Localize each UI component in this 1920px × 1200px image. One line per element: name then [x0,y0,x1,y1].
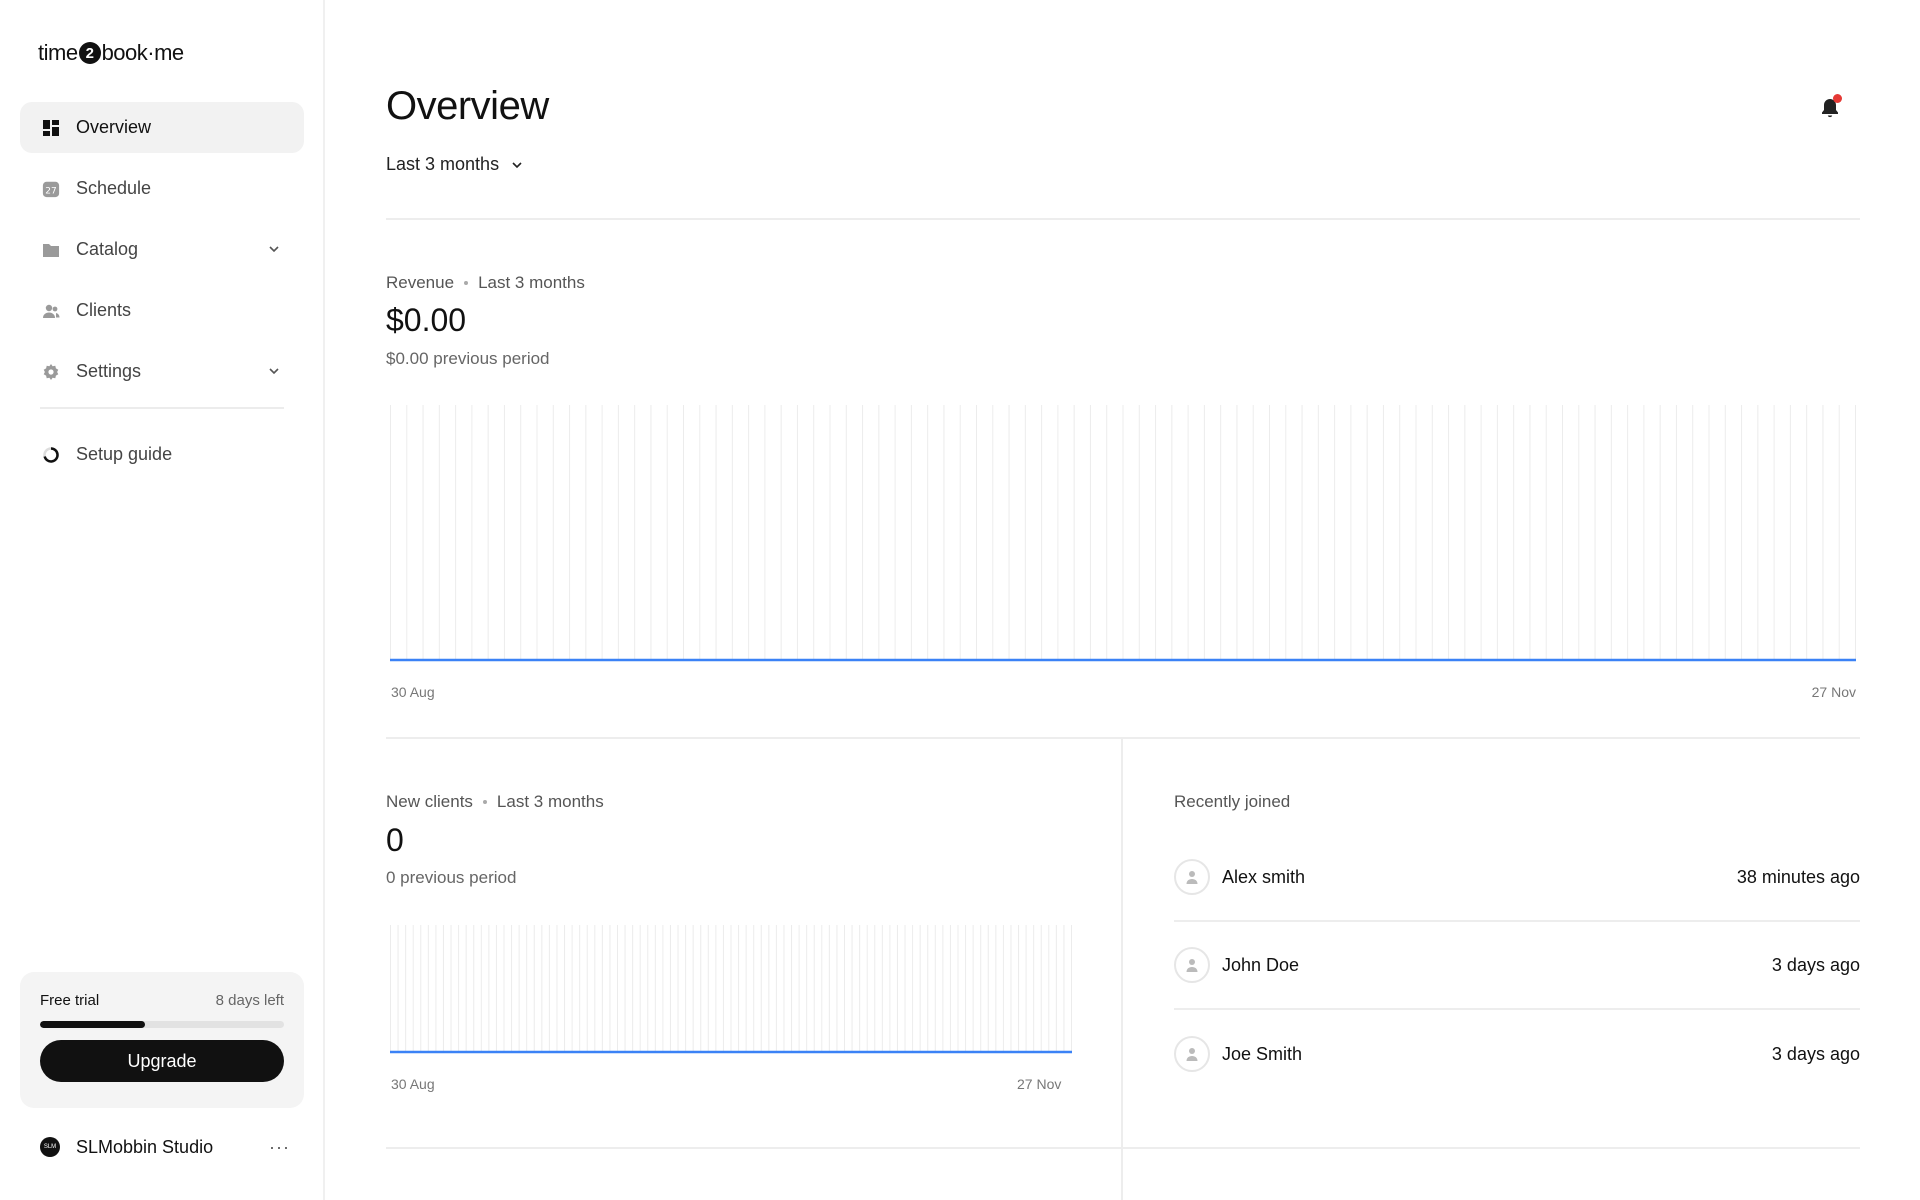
date-range-label: Last 3 months [386,154,500,174]
trial-progress-fill [40,1021,145,1028]
sidebar-item-clients[interactable]: Clients [20,285,304,336]
revenue-previous: $0.00 previous period [386,349,550,368]
new-clients-value: 0 [386,822,404,858]
logo-text-right: book·me [101,40,185,65]
gear-icon [42,363,60,381]
logo-text-left: time [38,40,78,65]
sidebar-item-overview[interactable]: Overview [20,102,304,153]
revenue-header: Revenue Last 3 months [386,273,585,293]
separator-dot [482,800,487,804]
joined-time: 38 minutes ago [1736,866,1860,887]
sidebar-item-catalog[interactable]: Catalog [20,224,304,275]
revenue-x-end: 27 Nov [1811,684,1856,700]
sidebar-item-label: Schedule [76,178,152,198]
notifications-button[interactable] [1818,94,1842,120]
more-options-icon[interactable]: ··· [269,1137,290,1158]
sidebar-divider [40,407,284,409]
avatar-placeholder-icon [1174,947,1210,983]
new-clients-chart [390,925,1072,1054]
dashboard-icon [42,119,60,137]
sidebar-item-label: Clients [76,300,132,320]
studio-name: SLMobbin Studio [76,1136,214,1157]
new-clients-x-start: 30 Aug [391,1076,435,1092]
sidebar-item-setup-guide[interactable]: Setup guide [20,429,304,480]
sidebar-item-label: Catalog [76,239,139,259]
client-name: John Doe [1222,954,1300,975]
page-title: Overview [386,84,549,128]
trial-days-left: 8 days left [215,992,284,1009]
sidebar: time 2 book·me Overview 27 Schedule Cata… [0,0,325,1200]
client-name: Alex smith [1222,866,1306,887]
chevron-down-icon[interactable] [266,241,282,257]
folder-icon [42,241,60,259]
chevron-down-icon [512,161,522,168]
avatar-placeholder-icon [1174,1036,1210,1072]
revenue-label: Revenue [386,273,455,292]
column-divider [1121,738,1123,1200]
joined-time: 3 days ago [1771,1043,1860,1064]
revenue-value: $0.00 [386,302,467,338]
new-clients-label: New clients [386,792,473,811]
sidebar-nav: Overview 27 Schedule Catalog Clients Set… [20,102,304,490]
sidebar-item-settings[interactable]: Settings [20,346,304,397]
new-clients-previous: 0 previous period [386,868,517,887]
calendar-badge: 27 [45,186,56,196]
sidebar-item-label: Settings [76,361,142,381]
main-content: Overview Last 3 months Revenue Last 3 mo… [386,0,1860,1200]
client-name: Joe Smith [1222,1043,1303,1064]
new-clients-x-end: 27 Nov [1017,1076,1062,1092]
separator-dot [464,281,469,285]
revenue-x-start: 30 Aug [391,684,435,700]
section-divider [386,737,1860,739]
upgrade-button[interactable]: Upgrade [40,1040,284,1082]
joined-time: 3 days ago [1771,954,1860,975]
list-item[interactable]: John Doe 3 days ago [1174,922,1860,1010]
notification-dot [1833,94,1842,103]
free-trial-card: Free trial 8 days left Upgrade [20,972,304,1108]
recently-joined-list: Alex smith 38 minutes ago John Doe 3 day… [1174,834,1860,1098]
avatar-placeholder-icon [1174,859,1210,895]
trial-progress-bar [40,1021,284,1028]
trial-label: Free trial [40,992,100,1009]
revenue-chart [390,405,1856,662]
chevron-down-icon[interactable] [266,363,282,379]
logo-mark: 2 [78,42,101,64]
progress-ring-icon [42,446,60,464]
calendar-icon: 27 [42,180,60,198]
sidebar-item-label: Overview [76,117,152,137]
workspace-switcher[interactable]: SLM SLMobbin Studio ··· [40,1135,290,1159]
recently-joined-title: Recently joined [1174,792,1291,811]
list-item[interactable]: Joe Smith 3 days ago [1174,1010,1860,1098]
app-logo[interactable]: time 2 book·me [38,40,184,66]
list-item[interactable]: Alex smith 38 minutes ago [1174,834,1860,922]
bottom-divider [386,1147,1860,1149]
new-clients-header: New clients Last 3 months [386,792,604,812]
trial-header: Free trial 8 days left [40,992,284,1009]
new-clients-period: Last 3 months [496,792,604,811]
sidebar-item-schedule[interactable]: 27 Schedule [20,163,304,214]
header-divider [386,218,1860,220]
sidebar-item-label: Setup guide [76,444,173,464]
studio-avatar: SLM [40,1137,60,1157]
revenue-period: Last 3 months [478,273,585,292]
users-icon [42,302,60,320]
date-range-select[interactable]: Last 3 months [386,154,525,175]
